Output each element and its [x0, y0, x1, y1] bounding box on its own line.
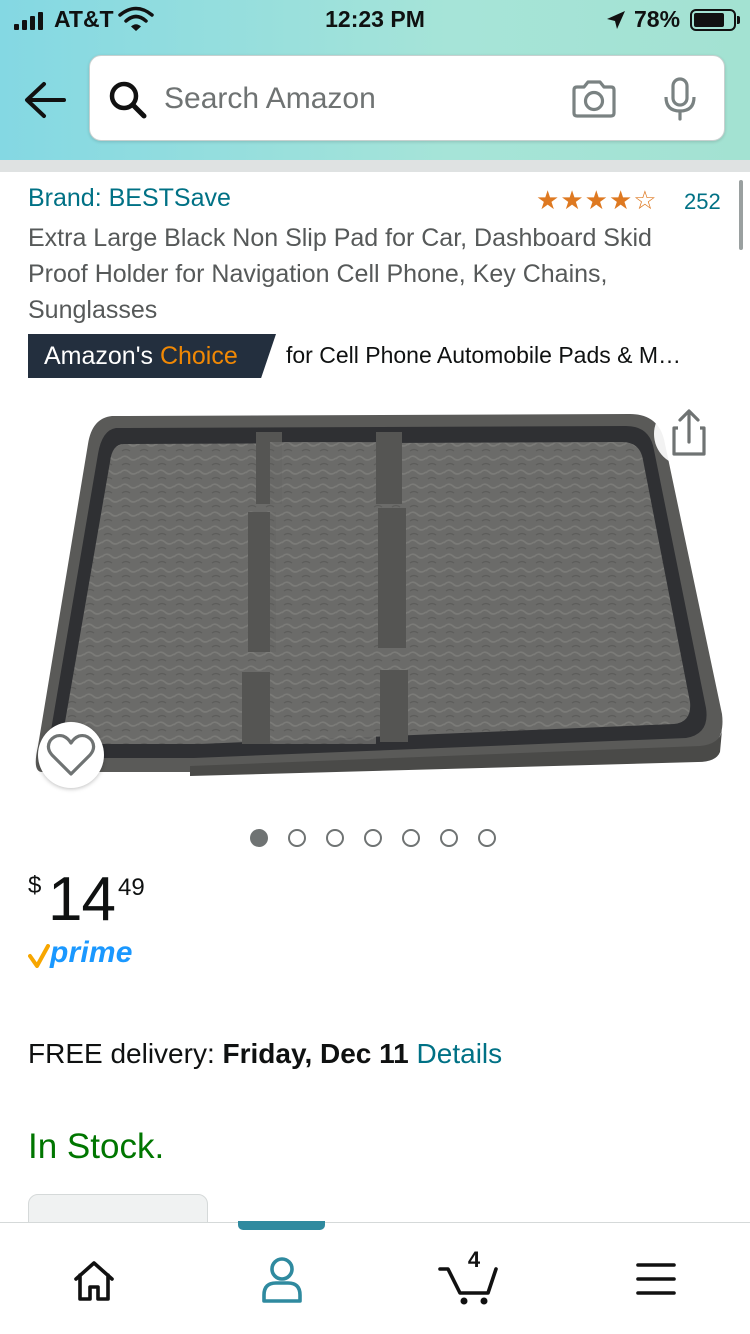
app-header: AT&T 12:23 PM 78% — [0, 0, 750, 160]
delivery-date: Friday, Dec 11 — [222, 1038, 409, 1069]
cart-button[interactable]: 4 — [432, 1247, 512, 1307]
header-divider — [0, 160, 750, 172]
scrollbar[interactable] — [739, 180, 743, 250]
product-title: Extra Large Black Non Slip Pad for Car, … — [28, 224, 652, 324]
star-rating[interactable]: ★ ★ ★ ★ ☆ — [536, 187, 657, 213]
star-icon: ☆ — [633, 185, 657, 215]
microphone-icon[interactable] — [662, 76, 698, 122]
star-icon: ★ — [536, 185, 560, 215]
badge-prefix: Amazon's — [44, 342, 160, 370]
battery-icon — [690, 9, 740, 31]
badge-category[interactable]: for Cell Phone Automobile Pads & M… — [286, 342, 716, 369]
search-input[interactable] — [164, 76, 524, 122]
search-bar[interactable] — [89, 55, 725, 141]
image-carousel-dots[interactable] — [250, 829, 496, 847]
wishlist-button[interactable] — [38, 722, 104, 788]
price-whole: 14 — [48, 865, 116, 934]
delivery-info: FREE delivery: Friday, Dec 11 Details — [28, 1038, 502, 1070]
product-image[interactable] — [30, 396, 730, 786]
heart-icon[interactable] — [38, 722, 104, 788]
star-icon: ★ — [584, 185, 608, 215]
review-count[interactable]: 252 — [684, 189, 721, 215]
search-icon[interactable] — [108, 80, 148, 120]
back-arrow-icon[interactable] — [20, 78, 68, 122]
nav-active-indicator — [238, 1221, 325, 1230]
battery-nub — [737, 16, 740, 24]
price-symbol: $ — [28, 872, 42, 899]
home-icon[interactable] — [54, 1251, 134, 1307]
account-icon[interactable] — [242, 1251, 322, 1307]
battery-percent: 78% — [634, 6, 681, 32]
brand-link[interactable]: Brand: BESTSave — [28, 184, 231, 213]
badge-accent: Choice — [159, 342, 238, 370]
price-fraction: 49 — [118, 874, 145, 901]
battery-fill — [694, 13, 724, 27]
bottom-nav: 4 — [0, 1221, 750, 1334]
carousel-dot[interactable] — [288, 829, 306, 847]
prime-check-icon — [28, 944, 50, 968]
delivery-prefix: FREE delivery: — [28, 1038, 223, 1069]
carousel-dot[interactable] — [402, 829, 420, 847]
carousel-dot[interactable] — [250, 829, 268, 847]
carousel-dot[interactable] — [326, 829, 344, 847]
share-icon[interactable] — [654, 402, 724, 466]
star-icon: ★ — [560, 185, 584, 215]
prime-label: prime — [50, 936, 133, 969]
star-icon: ★ — [608, 185, 633, 215]
amazons-choice-badge: Amazon's Choice — [28, 334, 276, 378]
delivery-details-link[interactable]: Details — [417, 1038, 503, 1069]
camera-icon[interactable] — [570, 78, 618, 120]
carousel-dot[interactable] — [440, 829, 458, 847]
stock-status: In Stock. — [28, 1127, 165, 1166]
carousel-dot[interactable] — [478, 829, 496, 847]
cart-count: 4 — [467, 1247, 481, 1272]
status-bar: AT&T 12:23 PM 78% — [0, 0, 750, 40]
share-button[interactable] — [654, 402, 724, 466]
carousel-dot[interactable] — [364, 829, 382, 847]
location-arrow-icon — [607, 11, 625, 29]
hamburger-menu-icon[interactable] — [616, 1251, 696, 1307]
